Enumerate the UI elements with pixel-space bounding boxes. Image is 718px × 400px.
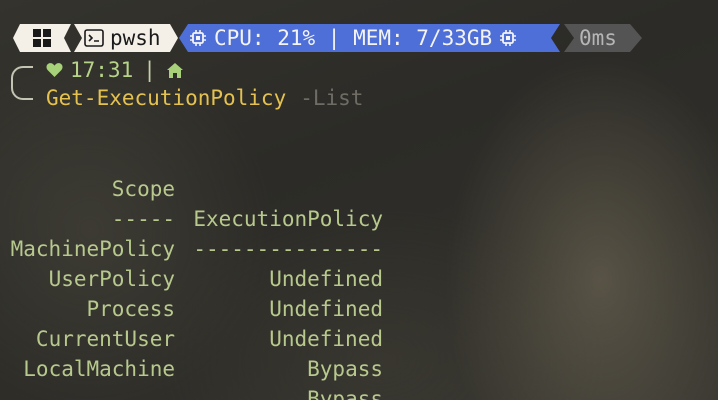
clock-time: 17:31 bbox=[70, 58, 134, 82]
cpu-chip-icon bbox=[499, 29, 517, 47]
policy-cell: Undefined bbox=[269, 327, 383, 351]
system-stats-text: CPU: 21% | MEM: 7/33GB bbox=[214, 26, 493, 50]
command-name: Get-ExecutionPolicy bbox=[46, 86, 287, 110]
policy-cell: Bypass bbox=[307, 387, 383, 400]
prompt-separator: | bbox=[143, 58, 156, 82]
policy-underline: --------------- bbox=[193, 237, 383, 261]
execution-time: 0ms bbox=[579, 26, 617, 50]
terminal-icon bbox=[84, 29, 104, 47]
home-icon bbox=[166, 62, 184, 79]
table-row: UserPolicy Undefined bbox=[0, 234, 383, 321]
policy-cell: Undefined bbox=[269, 297, 383, 321]
command-line[interactable]: Get-ExecutionPolicy -List bbox=[46, 86, 363, 110]
prompt-bracket bbox=[11, 66, 33, 100]
system-stats-segment: CPU: 21% | MEM: 7/33GB bbox=[179, 24, 560, 52]
windows-logo-icon bbox=[33, 29, 51, 47]
policy-cell: Undefined bbox=[269, 267, 383, 291]
table-row: LocalMachine Bypass bbox=[0, 324, 383, 400]
table-row: MachinePolicy Undefined bbox=[0, 204, 383, 291]
cpu-chip-icon bbox=[189, 29, 207, 47]
table-header-row: Scope ExecutionPolicy bbox=[0, 144, 383, 231]
execution-time-segment: 0ms bbox=[564, 24, 642, 52]
os-segment bbox=[13, 24, 71, 52]
column-header-policy: ExecutionPolicy bbox=[193, 207, 383, 231]
execution-policy-table: Scope ExecutionPolicy ----- ------------… bbox=[0, 144, 383, 400]
policy-cell: Bypass bbox=[307, 357, 383, 381]
command-parameter: -List bbox=[300, 86, 364, 110]
scope-cell: LocalMachine bbox=[23, 357, 175, 381]
table-header-underline: ----- --------------- bbox=[0, 174, 383, 261]
prompt-status-line: 17:31 | bbox=[46, 57, 184, 83]
heart-icon bbox=[46, 62, 63, 78]
shell-name: pwsh bbox=[110, 26, 161, 50]
table-row: Process Undefined bbox=[0, 264, 383, 351]
shell-segment: pwsh bbox=[74, 24, 178, 52]
table-row: CurrentUser Bypass bbox=[0, 294, 383, 381]
